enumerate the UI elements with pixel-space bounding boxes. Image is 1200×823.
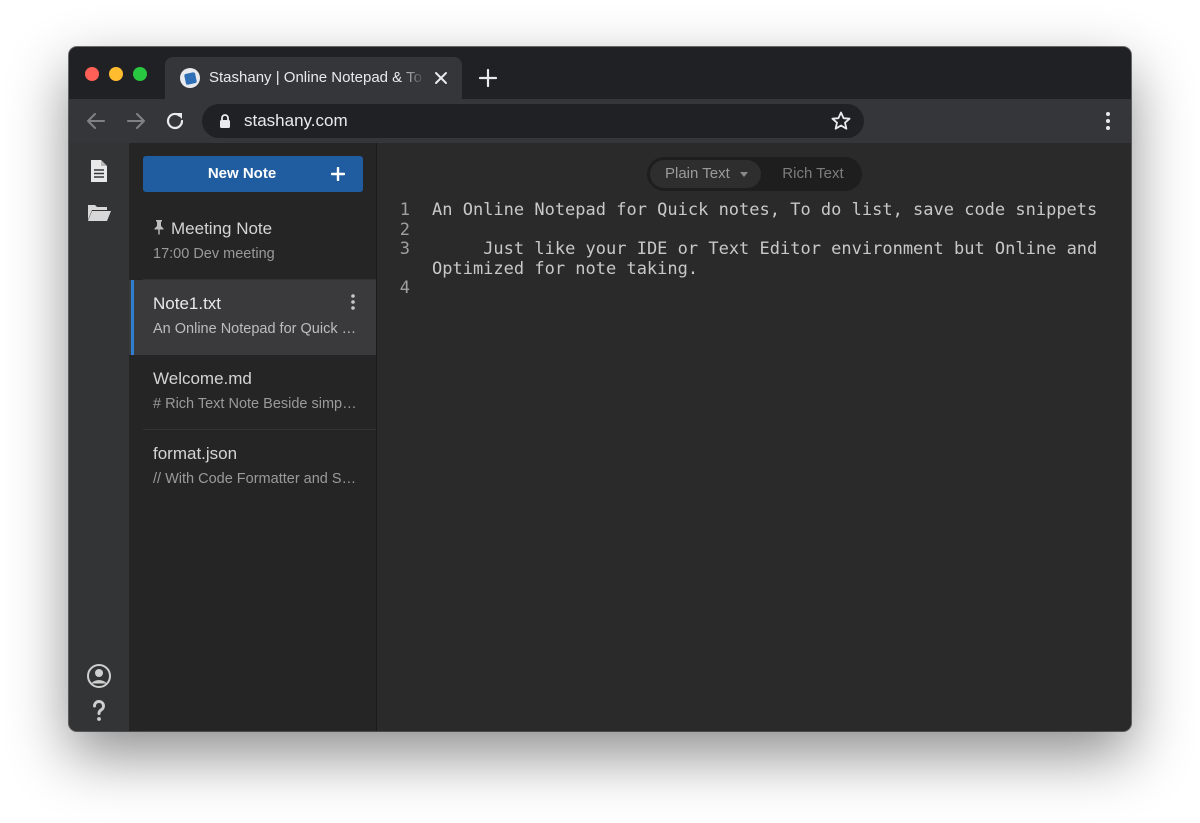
note-preview: An Online Notepad for Quick notes, To do… (153, 321, 359, 337)
reload-icon[interactable] (164, 110, 186, 132)
star-icon[interactable] (830, 110, 852, 132)
code-line: 3 Just like your IDE or Text Editor envi… (378, 239, 1131, 279)
note-preview: # Rich Text Note Beside simple text (153, 396, 359, 412)
code-editor[interactable]: 1 An Online Notepad for Quick notes, To … (378, 200, 1131, 299)
notepad-app: New Note Meeting Note 17:00 Dev meeting … (69, 143, 1131, 731)
account-icon[interactable] (86, 663, 112, 689)
note-preview: 17:00 Dev meeting (153, 246, 275, 262)
document-icon[interactable] (86, 158, 112, 184)
new-tab-icon[interactable] (477, 67, 499, 89)
back-arrow-icon[interactable] (85, 110, 107, 132)
code-line: 1 An Online Notepad for Quick notes, To … (378, 200, 1131, 221)
new-note-button[interactable]: New Note (143, 156, 363, 192)
note-item-format-json[interactable]: format.json // With Code Formatter and S… (129, 430, 376, 505)
note-item-welcome[interactable]: Welcome.md # Rich Text Note Beside simpl… (129, 355, 376, 430)
line-content: Just like your IDE or Text Editor enviro… (432, 239, 1108, 279)
address-bar[interactable]: stashany.com (202, 104, 864, 138)
title-bar: Stashany | Online Notepad & To do list (69, 47, 1131, 99)
maximize-window-button[interactable] (133, 67, 147, 81)
line-number: 3 (399, 239, 410, 260)
line-number: 4 (399, 278, 410, 299)
plus-icon (331, 167, 345, 181)
browser-menu-icon[interactable] (1105, 111, 1111, 131)
lock-icon (220, 114, 230, 128)
browser-window: Stashany | Online Notepad & To do list s… (69, 47, 1131, 731)
editor-pane[interactable]: Plain Text Rich Text 1 An Online Notepad… (378, 143, 1131, 731)
close-window-button[interactable] (85, 67, 99, 81)
browser-toolbar: stashany.com (69, 99, 1131, 143)
close-tab-icon[interactable] (432, 69, 450, 87)
folder-open-icon[interactable] (86, 200, 112, 226)
active-note-indicator (131, 280, 134, 355)
url-text: stashany.com (244, 111, 348, 130)
tab-title: Stashany | Online Notepad & To do list (209, 69, 425, 86)
kebab-icon[interactable] (350, 293, 356, 311)
line-number: 1 (399, 200, 410, 220)
line-content: An Online Notepad for Quick notes, To do… (432, 200, 1098, 220)
note-item-note1[interactable]: Note1.txt An Online Notepad for Quick no… (129, 280, 376, 355)
code-line: 4 (378, 279, 1131, 299)
line-number: 2 (399, 219, 410, 240)
mode-toggle: Plain Text Rich Text (647, 157, 862, 191)
site-favicon-icon (180, 68, 200, 88)
browser-tab[interactable]: Stashany | Online Notepad & To do list (165, 57, 462, 99)
note-preview: // With Code Formatter and Syntax Highli… (153, 471, 359, 487)
code-line: 2 (378, 219, 1131, 241)
plain-text-mode-button[interactable]: Plain Text (650, 160, 761, 188)
note-title: Note1.txt (153, 294, 222, 313)
minimize-window-button[interactable] (109, 67, 123, 81)
note-title: Welcome.md (153, 369, 252, 388)
caret-down-icon (740, 172, 748, 177)
forward-arrow-icon[interactable] (125, 110, 147, 132)
note-list: New Note Meeting Note 17:00 Dev meeting … (129, 143, 377, 731)
help-icon[interactable] (86, 697, 112, 723)
icon-sidebar (69, 143, 129, 731)
pin-icon (154, 220, 164, 235)
note-item-meeting-note[interactable]: Meeting Note 17:00 Dev meeting (129, 205, 376, 280)
rich-text-mode-button[interactable]: Rich Text (767, 160, 859, 188)
note-title: Meeting Note (171, 219, 273, 238)
new-note-label: New Note (207, 165, 277, 182)
note-title: format.json (153, 444, 238, 463)
